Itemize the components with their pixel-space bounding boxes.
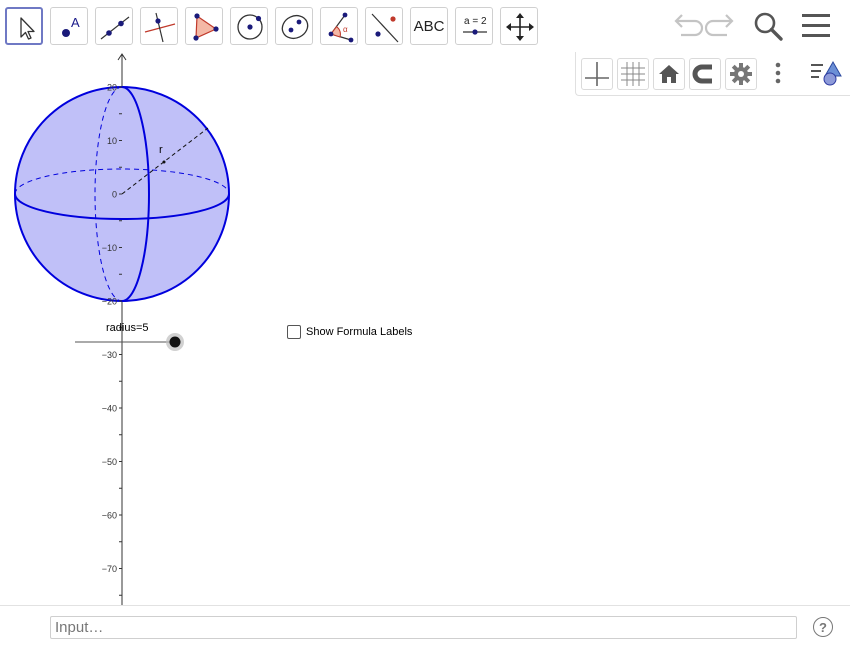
segment-label-r: r <box>159 144 163 156</box>
move-arrows-icon <box>506 13 534 41</box>
y-axis-tick-label: −40 <box>102 404 117 414</box>
slider-icon: a = 2 <box>463 16 487 35</box>
y-axis-tick-label: −10 <box>102 243 117 253</box>
undo-button[interactable] <box>668 8 704 44</box>
slider-tool[interactable]: a = 2 <box>455 7 493 45</box>
polygon-icon <box>193 13 219 41</box>
angle-tool[interactable]: α <box>320 7 358 45</box>
input-help-button[interactable]: ? <box>813 617 833 637</box>
grid-icon <box>621 62 645 86</box>
graphics-settings-button[interactable] <box>725 58 757 90</box>
svg-text:α: α <box>343 25 348 34</box>
show-formula-labels-checkbox[interactable]: Show Formula Labels <box>287 325 412 339</box>
arrow-cursor-icon <box>20 17 35 40</box>
standard-view-button[interactable] <box>653 58 685 90</box>
graphics-view[interactable]: 20 10 0 −10 −20 −30 −40 −50 −60 −70 r radius=5 Sh… <box>0 52 850 605</box>
move-graphics-view-tool[interactable] <box>500 7 538 45</box>
question-icon: ? <box>819 619 827 635</box>
point-icon: A <box>62 15 80 37</box>
radius-slider-label: radius=5 <box>106 322 149 334</box>
magnet-icon <box>692 64 712 84</box>
reflect-about-line-icon <box>371 13 399 43</box>
y-axis-tick-label: −20 <box>102 297 117 307</box>
slider-tool-label: a = 2 <box>464 16 487 27</box>
conic-tool[interactable] <box>275 7 313 45</box>
more-options-button[interactable] <box>761 58 793 90</box>
toolbar: A α ABC a = 2 <box>0 0 850 52</box>
toggle-grid-button[interactable] <box>617 58 649 90</box>
y-axis-tick-label: 0 <box>112 190 117 200</box>
toggle-axes-button[interactable] <box>581 58 613 90</box>
radius-slider-handle[interactable] <box>169 336 181 348</box>
input-bar: ? <box>0 605 850 650</box>
perpendicular-line-tool[interactable] <box>140 7 178 45</box>
circle-tool[interactable] <box>230 7 268 45</box>
search-button[interactable] <box>750 8 786 44</box>
home-icon <box>659 65 679 83</box>
line-through-two-points-icon <box>100 16 130 40</box>
svg-text:A: A <box>71 15 80 30</box>
input-field-frame <box>50 616 797 639</box>
menu-icon <box>802 14 830 37</box>
point-capturing-button[interactable] <box>689 58 721 90</box>
checkbox-label: Show Formula Labels <box>306 326 413 338</box>
point-tool[interactable]: A <box>50 7 88 45</box>
y-axis-tick-label: −70 <box>102 564 117 574</box>
redo-button[interactable] <box>704 8 740 44</box>
polygon-tool[interactable] <box>185 7 223 45</box>
y-axis-tick-label: 10 <box>107 136 117 146</box>
text-tool-label: ABC <box>413 17 445 35</box>
reflect-tool[interactable] <box>365 7 403 45</box>
line-tool[interactable] <box>95 7 133 45</box>
perpendicular-line-icon <box>144 12 176 43</box>
main-menu-button[interactable] <box>798 8 834 44</box>
ellipse-icon <box>281 14 309 40</box>
radius-midpoint <box>162 160 166 164</box>
graphics-style-button[interactable] <box>809 58 842 90</box>
angle-icon: α <box>328 12 354 43</box>
y-axis-tick-label: 20 <box>107 83 117 93</box>
redo-icon <box>704 14 734 37</box>
more-vertical-icon <box>775 62 781 84</box>
circle-center-point-icon <box>237 14 263 40</box>
y-axis-tick-label: −50 <box>102 457 117 467</box>
undo-icon <box>674 14 704 37</box>
move-tool[interactable] <box>5 7 43 45</box>
y-axis-tick-label: −30 <box>102 350 117 360</box>
gear-icon <box>730 63 752 85</box>
algebra-input[interactable] <box>51 617 796 638</box>
style-bar <box>575 52 850 96</box>
axes-icon <box>585 62 609 86</box>
search-icon <box>754 12 783 41</box>
y-axis-tick-label: −60 <box>102 511 117 521</box>
text-tool[interactable]: ABC <box>410 7 448 45</box>
checkbox-box[interactable] <box>287 325 301 339</box>
graphics-style-icon <box>811 60 842 86</box>
